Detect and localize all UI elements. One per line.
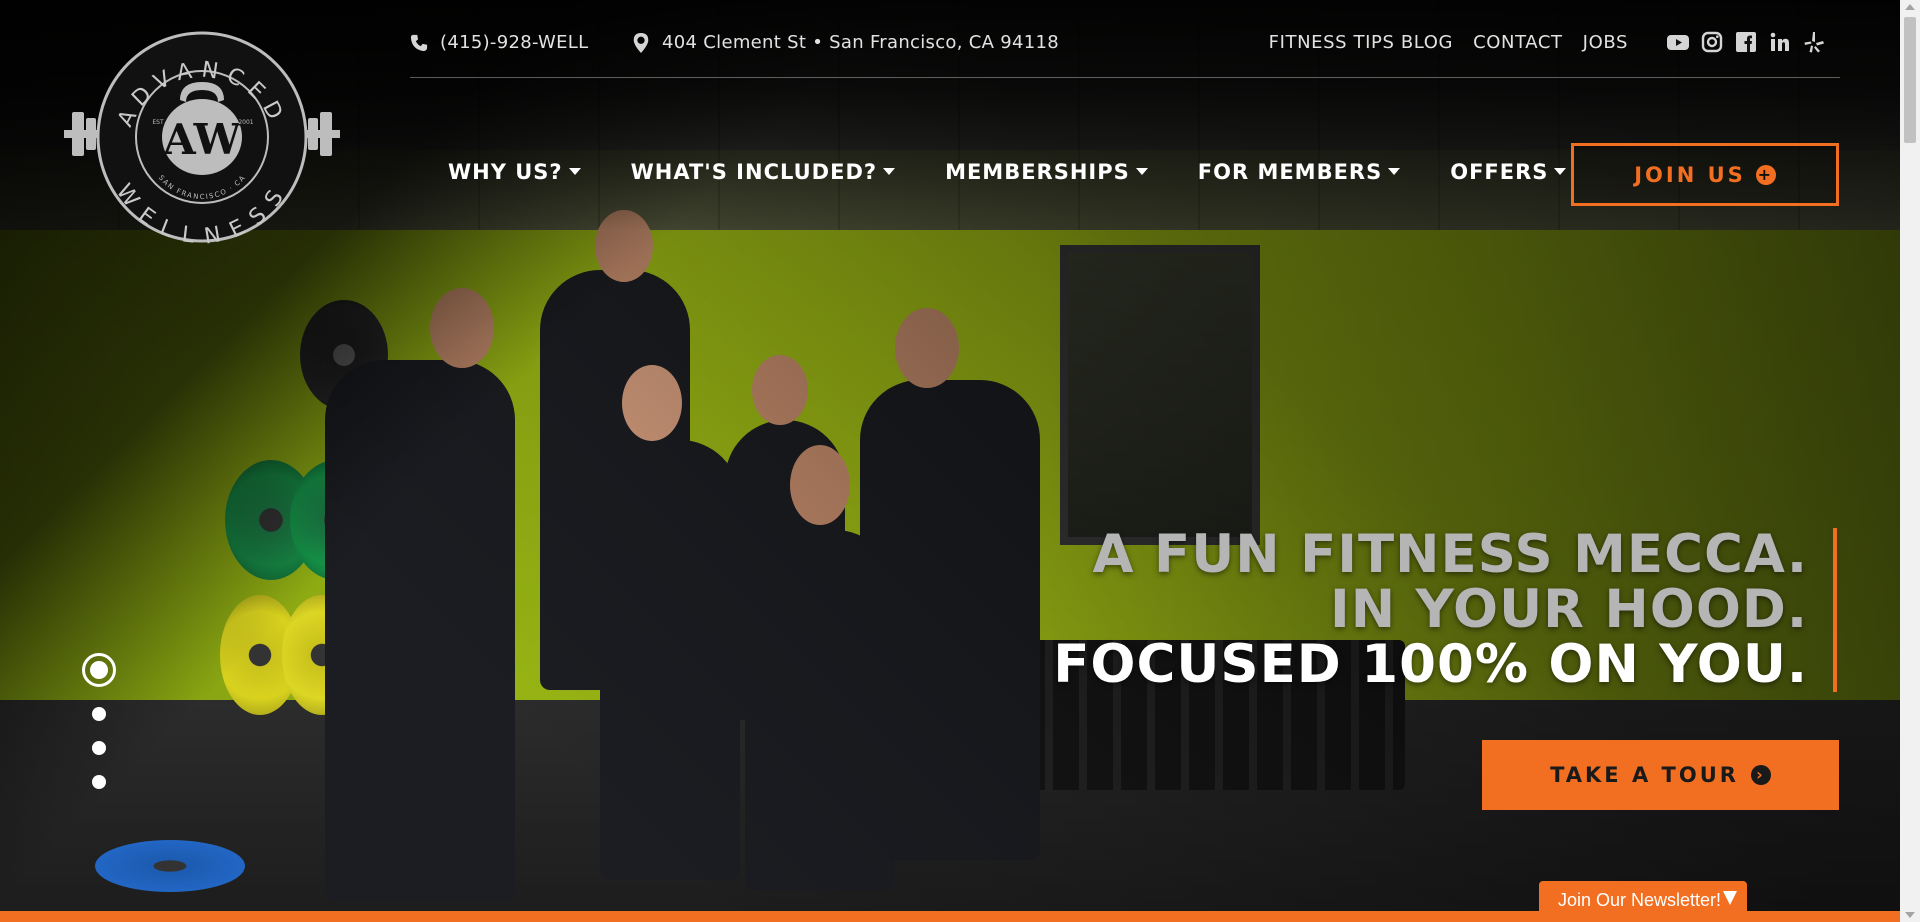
instagram-icon[interactable] [1700,30,1724,54]
logo-est: EST [152,119,164,126]
join-us-button[interactable]: JOIN US + [1571,143,1839,206]
caret-down-icon [1388,167,1401,175]
slide-dot-2[interactable] [92,707,106,721]
slide-dot-4[interactable] [92,775,106,789]
scroll-down-arrow-icon[interactable] [1905,912,1915,918]
nav-label: MEMBERSHIPS [945,160,1130,184]
caret-down-icon [568,167,581,175]
take-a-tour-label: TAKE A TOUR [1550,763,1739,787]
headline-accent-bar [1833,528,1837,692]
yelp-icon[interactable] [1802,30,1826,54]
facebook-icon[interactable] [1734,30,1758,54]
headline-line-1: A FUN FITNESS MECCA. [1092,524,1808,585]
map-pin-icon [633,32,649,53]
hero-headline: A FUN FITNESS MECCA. IN YOUR HOOD. FOCUS… [1053,527,1808,692]
main-nav: WHY US? WHAT'S INCLUDED? MEMBERSHIPS FOR… [448,160,1567,184]
nav-why-us[interactable]: WHY US? [448,160,581,184]
newsletter-tab[interactable]: Join Our Newsletter! [1539,881,1747,919]
address-text: 404 Clement St • San Francisco, CA 94118 [662,32,1060,53]
logo-monogram: AW [162,115,241,164]
nav-label: OFFERS [1450,160,1549,184]
headline-line-3: FOCUSED 100% ON YOU. [1053,634,1808,695]
slider-pagination [82,653,116,789]
logo-year: 2001 [238,119,253,126]
phone-icon [410,34,428,51]
plus-circle-icon: + [1755,164,1776,185]
newsletter-label: Join Our Newsletter! [1558,889,1722,910]
triangle-down-icon [1723,891,1737,905]
contact-link[interactable]: CONTACT [1473,32,1563,53]
phone-number: (415)-928-WELL [440,32,589,53]
phone-link[interactable]: (415)-928-WELL [410,32,588,53]
address-link[interactable]: 404 Clement St • San Francisco, CA 94118 [632,32,1059,53]
take-a-tour-button[interactable]: TAKE A TOUR › [1482,740,1839,810]
nav-memberships[interactable]: MEMBERSHIPS [945,160,1148,184]
nav-label: FOR MEMBERS [1197,160,1383,184]
linkedin-icon[interactable] [1768,30,1792,54]
scroll-up-arrow-icon[interactable] [1905,4,1915,10]
slide-dot-1[interactable] [82,653,116,687]
page-scrollbar[interactable] [1900,0,1920,922]
nav-label: WHAT'S INCLUDED? [630,160,878,184]
caret-down-icon [1554,167,1567,175]
scrollbar-thumb[interactable] [1904,17,1916,143]
nav-label: WHY US? [448,160,563,184]
top-bar: (415)-928-WELL 404 Clement St • San Fran… [410,28,1840,78]
youtube-icon[interactable] [1666,30,1690,54]
caret-down-icon [1135,167,1148,175]
headline-line-2: IN YOUR HOOD. [1330,579,1808,640]
social-links [1666,30,1826,54]
caret-down-icon [883,167,896,175]
top-links: FITNESS TIPS BLOG CONTACT JOBS [1269,32,1628,53]
join-us-label: JOIN US [1634,162,1746,187]
nav-whats-included[interactable]: WHAT'S INCLUDED? [630,160,896,184]
nav-offers[interactable]: OFFERS [1450,160,1567,184]
jobs-link[interactable]: JOBS [1583,32,1628,53]
chevron-right-circle-icon: › [1750,765,1771,785]
slide-dot-3[interactable] [92,741,106,755]
nav-for-members[interactable]: FOR MEMBERS [1197,160,1401,184]
advanced-wellness-logo[interactable]: ADVANCED WELLNESS SAN FRANCISCO · CA AW … [58,22,350,252]
fitness-tips-blog-link[interactable]: FITNESS TIPS BLOG [1269,32,1453,53]
